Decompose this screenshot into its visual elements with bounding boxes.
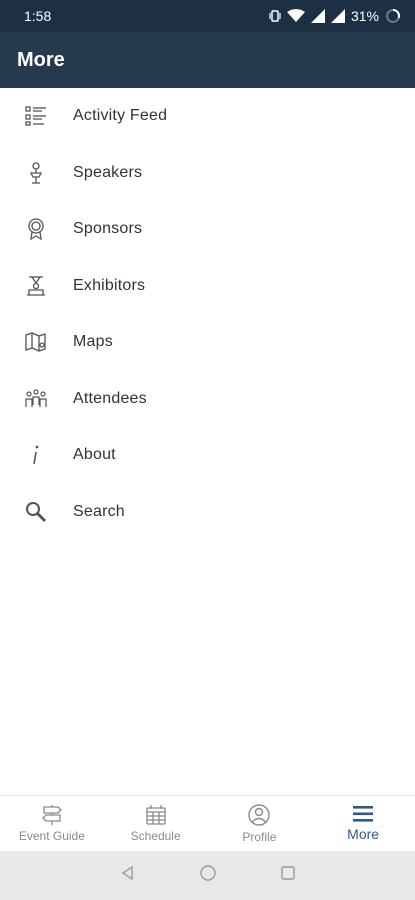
back-triangle-icon [120, 865, 136, 886]
tab-more[interactable]: More [311, 796, 415, 851]
battery-icon [385, 8, 401, 24]
status-time: 1:58 [24, 8, 52, 24]
attendees-icon [24, 387, 48, 411]
system-nav-bar [0, 851, 415, 900]
signpost-icon [41, 804, 63, 826]
sponsor-badge-icon [24, 217, 48, 241]
menu-item-label: Search [73, 502, 125, 520]
speaker-icon [24, 161, 48, 185]
menu-item-about[interactable]: About [0, 427, 415, 484]
menu-item-attendees[interactable]: Attendees [0, 371, 415, 428]
tab-label: More [347, 826, 380, 842]
menu-item-speakers[interactable]: Speakers [0, 145, 415, 202]
status-bar: 1:58 31% [0, 0, 415, 32]
home-button[interactable] [198, 864, 218, 887]
menu-item-label: Attendees [73, 389, 147, 407]
menu-list: Activity Feed Speakers Sponsors Exhibito… [0, 88, 415, 540]
profile-icon [247, 803, 271, 827]
tab-schedule[interactable]: Schedule [104, 796, 208, 851]
menu-item-label: About [73, 446, 116, 464]
signal-icon-2 [330, 9, 345, 23]
exhibitor-booth-icon [24, 274, 48, 298]
tab-profile[interactable]: Profile [208, 796, 312, 851]
menu-item-search[interactable]: Search [0, 484, 415, 541]
tab-label: Profile [242, 830, 277, 844]
bottom-nav: Event Guide Schedule Profile More [0, 795, 415, 851]
map-icon [24, 330, 48, 354]
app-bar: More [0, 32, 415, 88]
battery-text: 31% [350, 8, 379, 24]
home-circle-icon [199, 864, 217, 887]
menu-item-activity-feed[interactable]: Activity Feed [0, 88, 415, 145]
wifi-icon [286, 9, 305, 23]
info-icon [24, 443, 48, 467]
page-title: More [17, 48, 65, 71]
back-button[interactable] [118, 865, 138, 886]
calendar-icon [145, 804, 167, 826]
recents-square-icon [280, 865, 296, 886]
tab-label: Schedule [130, 829, 181, 843]
tab-event-guide[interactable]: Event Guide [0, 796, 104, 851]
menu-item-label: Speakers [73, 163, 143, 181]
activity-feed-icon [24, 104, 48, 128]
search-icon [24, 500, 48, 524]
menu-item-label: Sponsors [73, 220, 143, 238]
status-icons: 31% [269, 8, 401, 24]
vibrate-icon [269, 9, 281, 23]
menu-item-maps[interactable]: Maps [0, 314, 415, 371]
menu-item-label: Activity Feed [73, 107, 168, 125]
tab-label: Event Guide [18, 829, 85, 843]
menu-item-sponsors[interactable]: Sponsors [0, 201, 415, 258]
recents-button[interactable] [278, 866, 298, 886]
menu-item-label: Exhibitors [73, 276, 146, 294]
menu-item-exhibitors[interactable]: Exhibitors [0, 258, 415, 315]
signal-icon [310, 9, 325, 23]
hamburger-menu-icon [352, 805, 374, 823]
menu-item-label: Maps [73, 333, 113, 351]
